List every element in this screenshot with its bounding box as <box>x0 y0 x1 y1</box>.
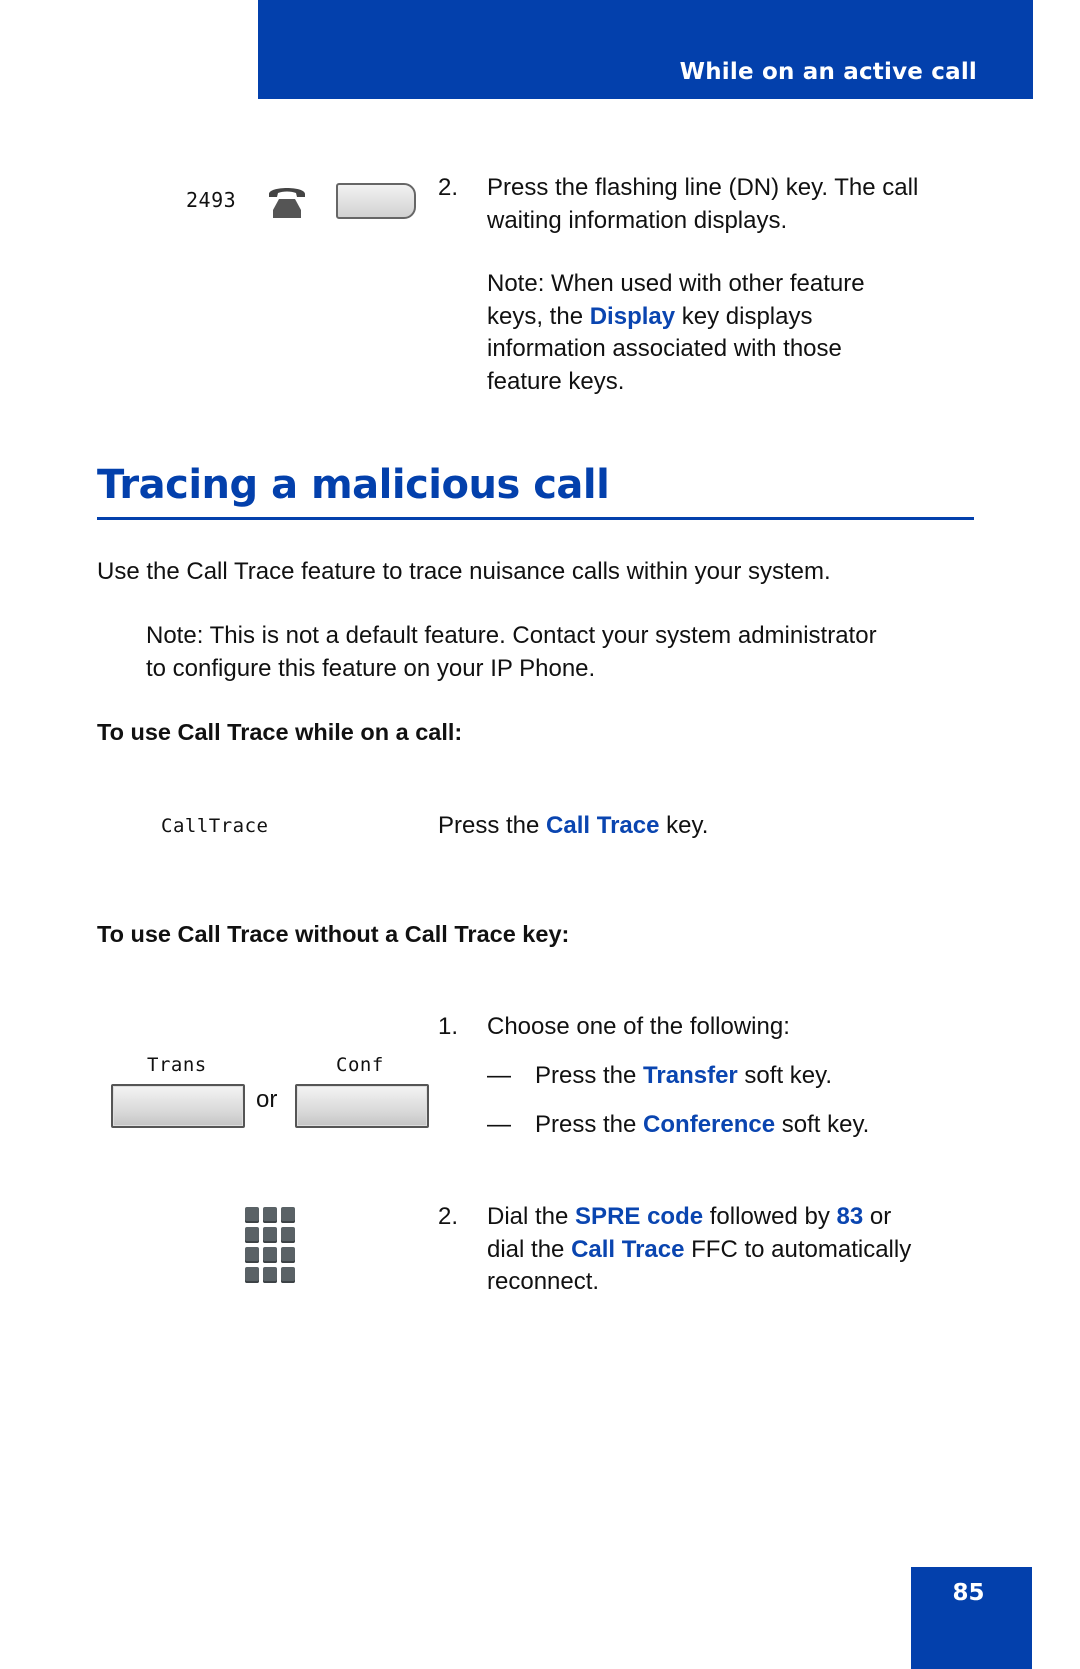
section-title: While on an active call <box>679 59 977 85</box>
trans-softkey-label: Trans <box>147 1054 207 1076</box>
step-number: 1. <box>438 1013 459 1040</box>
procedure1-step: Press the Call Trace key. <box>438 812 709 839</box>
note-line: information associated with those <box>487 335 842 362</box>
or-label: or <box>256 1086 278 1113</box>
section-intro: Use the Call Trace feature to trace nuis… <box>97 558 831 585</box>
step-number: 2. <box>438 1203 459 1230</box>
display-number: 2493 <box>186 188 237 212</box>
step2-line: dial the Call Trace FFC to automatically <box>487 1235 912 1263</box>
calltrace-softkey-label: CallTrace <box>161 815 269 837</box>
intro-step-text: Press the flashing line (DN) key. The ca… <box>487 172 1007 237</box>
trans-softkey-button[interactable] <box>111 1084 245 1128</box>
option-transfer: — Press the Transfer soft key. <box>487 1062 833 1089</box>
note-line: keys, the Display key displays <box>487 302 813 330</box>
page-number: 85 <box>952 1580 985 1606</box>
header-band: While on an active call <box>258 0 1033 99</box>
conference-term: Conference <box>643 1111 776 1138</box>
note-line: Note: This is not a default feature. Con… <box>146 622 877 649</box>
step1-text: Choose one of the following: <box>487 1013 790 1040</box>
page-title: Tracing a malicious call <box>97 462 610 508</box>
call-trace-key-term: Call Trace <box>546 812 660 839</box>
step-number: 2. <box>438 174 459 201</box>
intro-step-line: waiting information displays. <box>487 206 788 234</box>
procedure-heading: To use Call Trace while on a call: <box>97 719 463 745</box>
dialpad-icon <box>245 1207 295 1283</box>
step2-line: reconnect. <box>487 1268 600 1295</box>
call-trace-term: Call Trace <box>571 1235 685 1263</box>
code-83: 83 <box>836 1203 864 1230</box>
line-key-button[interactable] <box>336 183 416 219</box>
step2-text: Dial the SPRE code followed by 83 or dia… <box>487 1201 1027 1299</box>
note-line: Note: When used with other feature <box>487 270 865 297</box>
heading-divider <box>97 517 974 520</box>
option-conference: — Press the Conference soft key. <box>487 1111 870 1138</box>
note-line: to configure this feature on your IP Pho… <box>146 654 596 682</box>
section-note: Note: This is not a default feature. Con… <box>146 620 1026 685</box>
conf-softkey-label: Conf <box>336 1054 384 1076</box>
step2-line: Dial the SPRE code followed by 83 or <box>487 1203 892 1230</box>
telephone-handset-icon <box>266 183 308 219</box>
page-number-box: 85 <box>911 1567 1032 1669</box>
note-line: feature keys. <box>487 367 625 395</box>
procedure-heading: To use Call Trace without a Call Trace k… <box>97 921 570 947</box>
intro-step-line: Press the flashing line (DN) key. The ca… <box>487 174 919 201</box>
transfer-term: Transfer <box>643 1062 738 1089</box>
spre-code-term: SPRE code <box>575 1203 704 1230</box>
conf-softkey-button[interactable] <box>295 1084 429 1128</box>
display-key-term: Display <box>589 302 676 330</box>
display-note: Note: When used with other feature keys,… <box>487 268 1007 398</box>
